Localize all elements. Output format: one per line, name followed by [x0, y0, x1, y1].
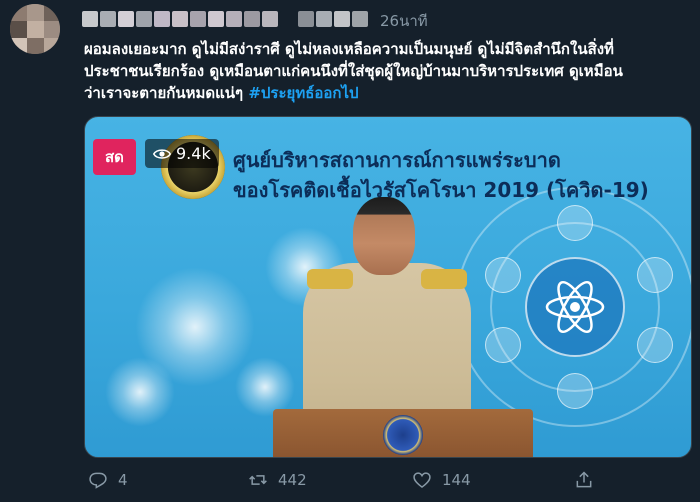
- retweet-count: 442: [278, 471, 307, 489]
- video-title: ศูนย์บริหารสถานการณ์การแพร่ระบาด ของโรคต…: [233, 145, 649, 205]
- retweet-icon: [249, 475, 267, 485]
- decor-node: [557, 373, 593, 409]
- decor-node: [637, 257, 673, 293]
- decor-burst: [235, 357, 295, 417]
- share-icon: [576, 471, 592, 488]
- tweet-text-line: ผอมลงเยอะมาก ดูไม่มีสง่าราศี ดูไม่หลงเหล…: [84, 40, 614, 58]
- author-name-blurred[interactable]: [82, 8, 368, 30]
- video-title-line: ศูนย์บริหารสถานการณ์การแพร่ระบาด: [233, 148, 561, 172]
- podium: [273, 409, 533, 457]
- retweet-button[interactable]: 442: [248, 470, 307, 490]
- tweet-timestamp[interactable]: 26นาที: [380, 9, 428, 33]
- decor-node: [485, 327, 521, 363]
- eye-icon: [153, 148, 171, 159]
- podium-seal: [383, 415, 423, 455]
- view-count: 9.4k: [176, 144, 211, 163]
- atom-icon: [525, 257, 625, 357]
- reply-count: 4: [118, 471, 128, 489]
- decor-camera-node: [557, 205, 593, 241]
- like-button[interactable]: 144: [412, 470, 471, 490]
- live-badge: สด: [93, 139, 136, 175]
- view-count-badge: 9.4k: [145, 139, 219, 168]
- decor-node: [485, 257, 521, 293]
- reply-button[interactable]: 4: [88, 470, 128, 490]
- avatar[interactable]: [10, 4, 60, 54]
- decor-anchor-node: [637, 327, 673, 363]
- tweet-text: ผอมลงเยอะมาก ดูไม่มีสง่าราศี ดูไม่หลงเหล…: [84, 38, 694, 104]
- heart-icon: [413, 472, 431, 489]
- decor-burst: [105, 357, 175, 427]
- tweet-actions: 4 442 144: [84, 470, 684, 494]
- atom-symbol-icon: [545, 280, 605, 334]
- share-button[interactable]: [574, 470, 594, 490]
- hashtag-link[interactable]: #ประยุทธ์ออกไป: [248, 84, 358, 102]
- video-player[interactable]: ศูนย์บริหารสถานการณ์การแพร่ระบาด ของโรคต…: [84, 116, 692, 458]
- tweet-text-line: ว่าเราจะตายกันหมดแน่ๆ #ประยุทธ์ออกไป: [84, 84, 359, 102]
- like-count: 144: [442, 471, 471, 489]
- reply-icon: [89, 472, 107, 489]
- tweet-text-line: ประชาชนเรียกร้อง ดูเหมือนตาแก่คนนึงที่ใส…: [84, 62, 623, 80]
